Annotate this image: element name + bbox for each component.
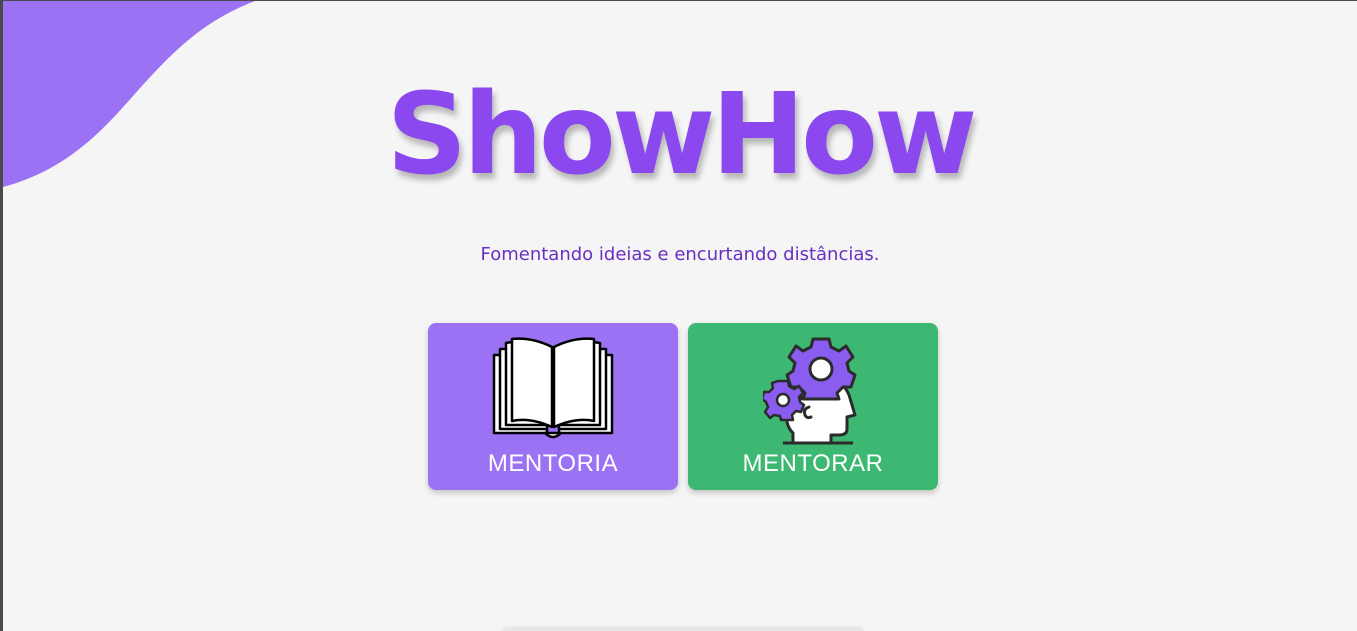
mentoria-label: MENTORIA — [487, 450, 619, 477]
landing-page: ShowHow Fomentando ideias e encurtando d… — [0, 0, 1357, 631]
mentoria-button[interactable]: MENTORIA — [428, 323, 678, 490]
mentorar-label: MENTORAR — [742, 450, 884, 477]
tagline-text: Fomentando ideias e encurtando distância… — [480, 244, 880, 265]
mentorar-button[interactable]: MENTORAR — [688, 323, 938, 490]
head-gears-icon — [760, 337, 863, 449]
app-logo-title: ShowHow — [386, 70, 978, 200]
role-selection: MENTORIA MENTORAR — [428, 323, 938, 490]
open-book-icon — [490, 337, 616, 445]
